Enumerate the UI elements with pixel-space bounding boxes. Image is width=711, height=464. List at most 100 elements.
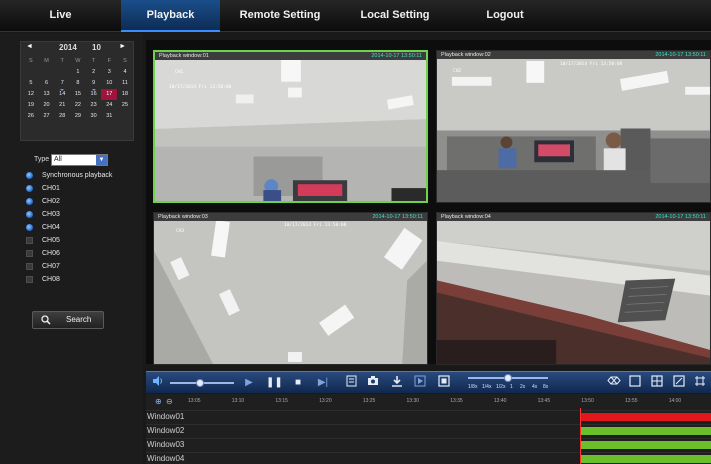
calendar-day[interactable]: 29 xyxy=(70,111,86,122)
calendar-day[interactable]: 6 xyxy=(39,78,55,89)
calendar-day[interactable]: 17 xyxy=(101,89,118,100)
unchecked-icon[interactable] xyxy=(26,276,33,283)
calendar-day[interactable]: 11 xyxy=(117,78,133,89)
speed-option[interactable]: 2x xyxy=(520,384,525,390)
volume-slider-handle[interactable] xyxy=(196,379,204,387)
calendar-day[interactable]: 23 xyxy=(86,100,102,111)
calendar-day[interactable]: 15 xyxy=(70,89,86,100)
channel-checkbox[interactable]: CH03 xyxy=(24,208,142,221)
volume-icon[interactable] xyxy=(151,375,165,391)
next-month-icon[interactable]: ► xyxy=(119,43,126,50)
channel-checkbox[interactable]: CH05 xyxy=(24,234,142,247)
channel-checkbox[interactable]: CH04 xyxy=(24,221,142,234)
channel-checkbox[interactable]: CH02 xyxy=(24,195,142,208)
quad-view-icon[interactable] xyxy=(650,375,664,391)
pause-icon[interactable]: ❚❚ xyxy=(266,375,283,391)
checked-icon[interactable] xyxy=(26,185,33,192)
calendar-day[interactable]: 2 xyxy=(86,67,102,78)
channel-checkbox[interactable]: CH01 xyxy=(24,182,142,195)
calendar-day[interactable]: 18 xyxy=(117,89,133,100)
recording-segment[interactable] xyxy=(580,455,711,463)
unchecked-icon[interactable] xyxy=(26,263,33,270)
step-forward-icon[interactable]: ▶| xyxy=(316,375,330,391)
checked-icon[interactable] xyxy=(26,211,33,218)
aspect-icon[interactable] xyxy=(672,375,686,391)
calendar-day[interactable]: 20 xyxy=(39,100,55,111)
checked-icon[interactable] xyxy=(26,198,33,205)
calendar-day[interactable]: 5 xyxy=(23,78,39,89)
playback-window-01[interactable]: Playback window:01 2014-10-17 13:50:11 C… xyxy=(153,50,428,203)
type-select[interactable]: All ▼ xyxy=(51,154,108,166)
calendar-day[interactable]: 7 xyxy=(54,78,70,89)
fullscreen-icon[interactable] xyxy=(437,375,451,391)
calendar-day[interactable]: 31 xyxy=(101,111,117,122)
calendar-day[interactable]: 3 xyxy=(101,67,117,78)
playback-window-02[interactable]: Playback window:02 2014-10-17 13:50:11 C… xyxy=(436,50,711,203)
volume-slider[interactable] xyxy=(170,379,234,387)
checked-icon[interactable] xyxy=(26,224,33,231)
synchronous-playback-checkbox[interactable]: Synchronous playback xyxy=(24,169,142,182)
playback-window-03[interactable]: Playback window:03 2014-10-17 13:50:11 C… xyxy=(153,212,428,365)
tab-playback[interactable]: Playback xyxy=(121,0,220,32)
prev-month-icon[interactable]: ◄ xyxy=(26,43,33,50)
calendar-day[interactable]: 21 xyxy=(54,100,70,111)
tab-live[interactable]: Live xyxy=(0,0,121,32)
fit-window-icon[interactable] xyxy=(606,375,622,391)
snapshot-icon[interactable] xyxy=(366,375,380,391)
calendar-day[interactable]: 14 xyxy=(54,89,70,100)
calendar-day[interactable]: 28 xyxy=(54,111,70,122)
calendar-day[interactable]: 26 xyxy=(23,111,39,122)
channel-checkbox[interactable]: CH06 xyxy=(24,247,142,260)
calendar-day[interactable]: 8 xyxy=(70,78,86,89)
export-icon[interactable] xyxy=(413,375,427,391)
timeline-row[interactable]: Window02 xyxy=(146,424,711,437)
tab-local-setting[interactable]: Local Setting xyxy=(340,0,450,32)
checked-icon[interactable] xyxy=(26,172,33,179)
channel-checkbox[interactable]: CH07 xyxy=(24,260,142,273)
recording-segment[interactable] xyxy=(580,427,711,435)
calendar-day[interactable]: 22 xyxy=(70,100,86,111)
speed-slider-handle[interactable] xyxy=(504,374,512,382)
recording-segment[interactable] xyxy=(580,441,711,449)
calendar-day[interactable]: 27 xyxy=(39,111,55,122)
calendar-day[interactable]: 13 xyxy=(39,89,55,100)
speed-option[interactable]: 1/2x xyxy=(496,384,505,390)
calendar-day[interactable]: 30 xyxy=(86,111,102,122)
calendar-day[interactable]: 4 xyxy=(117,67,133,78)
calendar-day[interactable]: 16 xyxy=(86,89,102,100)
chevron-down-icon[interactable]: ▼ xyxy=(96,155,107,165)
calendar-day[interactable]: 24 xyxy=(101,100,117,111)
timeline-row[interactable]: Window01 xyxy=(146,410,711,423)
stop-icon[interactable]: ■ xyxy=(291,375,305,391)
speed-option[interactable]: 4x xyxy=(532,384,537,390)
speed-option[interactable]: 1/4x xyxy=(482,384,491,390)
speed-slider[interactable] xyxy=(468,374,548,382)
calendar-day[interactable]: 1 xyxy=(70,67,86,78)
speed-option[interactable]: 1/8x xyxy=(468,384,477,390)
channel-checkbox[interactable]: CH08 xyxy=(24,273,142,286)
crop-icon[interactable] xyxy=(693,375,707,391)
calendar-day[interactable]: 10 xyxy=(101,78,117,89)
unchecked-icon[interactable] xyxy=(26,250,33,257)
tab-logout[interactable]: Logout xyxy=(450,0,560,32)
calendar-day[interactable]: 12 xyxy=(23,89,39,100)
timeline-row[interactable]: Window04 xyxy=(146,452,711,464)
playback-window-04[interactable]: Playback window:04 2014-10-17 13:50:11 xyxy=(436,212,711,365)
timeline-cursor[interactable] xyxy=(580,408,581,464)
play-icon[interactable]: ▶ xyxy=(242,375,256,391)
speed-option[interactable]: 8x xyxy=(543,384,548,390)
single-view-icon[interactable] xyxy=(628,375,642,391)
tab-remote-setting[interactable]: Remote Setting xyxy=(220,0,340,32)
calendar-day[interactable]: 25 xyxy=(117,100,133,111)
calendar-day[interactable]: 9 xyxy=(86,78,102,89)
unchecked-icon[interactable] xyxy=(26,237,33,244)
speed-option[interactable]: 1 xyxy=(510,384,513,390)
playback-timeline[interactable]: ⊕ ⊖ 13:05 13:10 13:15 13:20 13:25 13:30 13:35 1… xyxy=(146,394,711,464)
timeline-row[interactable]: Window03 xyxy=(146,438,711,451)
zoom-in-icon[interactable]: ⊕ xyxy=(155,397,162,406)
calendar-day[interactable]: 19 xyxy=(23,100,39,111)
clip-icon[interactable] xyxy=(344,375,358,391)
search-button[interactable]: Search xyxy=(32,311,104,329)
zoom-out-icon[interactable]: ⊖ xyxy=(166,397,173,406)
recording-segment[interactable] xyxy=(580,413,711,421)
